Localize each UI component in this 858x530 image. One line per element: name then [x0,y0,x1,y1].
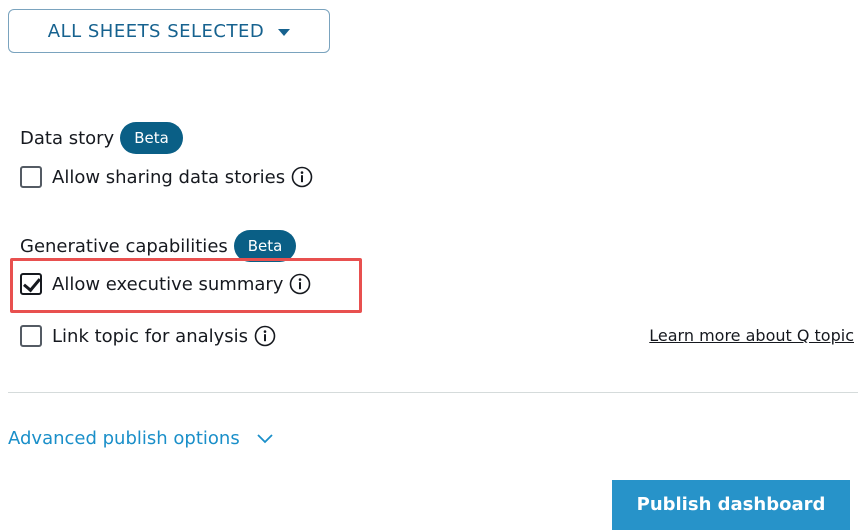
advanced-publish-options-toggle[interactable]: Advanced publish options [8,428,274,449]
allow-sharing-data-stories-checkbox[interactable] [20,166,42,188]
allow-sharing-data-stories-label: Allow sharing data stories [52,166,286,188]
data-story-heading: Data story Beta [20,122,183,154]
allow-executive-summary-row[interactable]: Allow executive summary [20,273,311,295]
divider [8,392,858,393]
sheets-dropdown[interactable]: ALL SHEETS SELECTED [8,9,330,53]
caret-down-icon [278,28,291,36]
learn-more-link[interactable]: Learn more about Q topic [649,326,854,345]
sheets-dropdown-label: ALL SHEETS SELECTED [47,20,265,42]
allow-executive-summary-checkbox[interactable] [20,273,42,295]
info-icon[interactable] [289,273,311,295]
advanced-publish-options-label: Advanced publish options [8,428,240,449]
link-topic-for-analysis-label: Link topic for analysis [52,325,249,347]
allow-sharing-data-stories-row[interactable]: Allow sharing data stories [20,166,313,188]
data-story-beta-badge: Beta [120,122,183,154]
chevron-down-icon [257,433,273,443]
data-story-title: Data story [20,127,115,149]
generative-capabilities-title: Generative capabilities [20,235,228,257]
link-topic-for-analysis-checkbox[interactable] [20,325,42,347]
info-icon[interactable] [291,166,313,188]
info-icon[interactable] [254,325,276,347]
allow-executive-summary-label: Allow executive summary [52,273,284,295]
link-topic-for-analysis-row[interactable]: Link topic for analysis [20,325,276,347]
